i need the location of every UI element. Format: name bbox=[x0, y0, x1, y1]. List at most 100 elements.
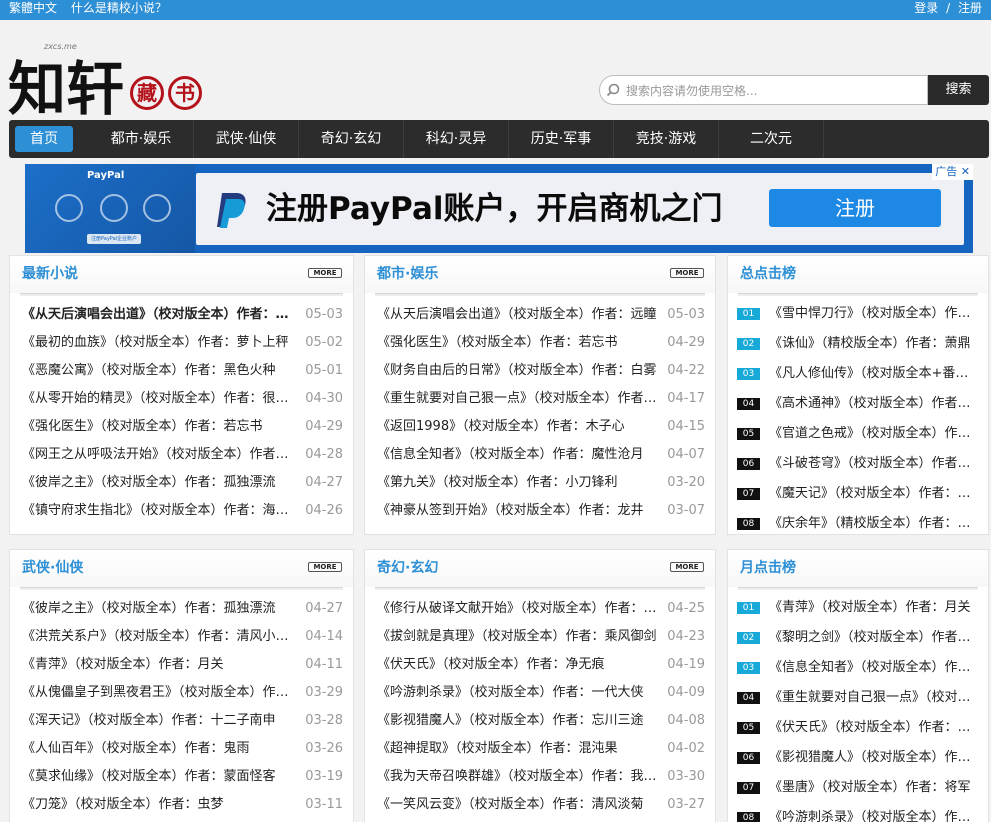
wuxia-more-button[interactable]: MORE bbox=[308, 562, 342, 572]
nav-games[interactable]: 竞技·游戏 bbox=[614, 120, 719, 158]
traditional-chinese-link[interactable]: 繁體中文 bbox=[9, 1, 57, 15]
novel-link[interactable]: 《黎明之剑》（校对版全本）作者：远瞳 bbox=[769, 623, 980, 653]
search-input[interactable]: 搜索内容请勿使用空格... bbox=[599, 75, 928, 105]
novel-link[interactable]: 《凡人修仙传》（校对版全本+番外）作者：忘语 bbox=[769, 359, 980, 389]
novel-link[interactable]: 《神豪从签到开始》（校对版全本）作者：龙井 bbox=[377, 497, 661, 525]
rank-number: 01 bbox=[737, 308, 760, 320]
site-logo[interactable]: 知 zxcs.me 轩 藏 书 bbox=[8, 38, 208, 133]
novel-link[interactable]: 《伏天氏》（校对版全本）作者：净无痕 bbox=[377, 651, 661, 679]
urban-header: 都市·娱乐 MORE bbox=[365, 256, 715, 293]
novel-link[interactable]: 《刀笼》（校对版全本）作者：虫梦 bbox=[22, 791, 299, 819]
novel-link[interactable]: 《莫求仙缘》（校对版全本）作者：蒙面怪客 bbox=[22, 763, 299, 791]
list-item: 《青萍》（校对版全本）作者：月关 04-11 bbox=[22, 651, 343, 679]
nav-wuxia[interactable]: 武侠·仙侠 bbox=[194, 120, 299, 158]
novel-link[interactable]: 《第九关》（校对版全本）作者：小刀锋利 bbox=[377, 469, 661, 497]
novel-link[interactable]: 《修行从破译文献开始》（校对版全本）作者：古羲 bbox=[377, 595, 661, 623]
rank-number: 07 bbox=[737, 782, 760, 794]
novel-date: 04-27 bbox=[305, 475, 343, 490]
nav-history[interactable]: 历史·军事 bbox=[509, 120, 614, 158]
novel-link[interactable]: 《一笑风云变》（校对版全本）作者：清风淡菊 bbox=[377, 791, 661, 819]
novel-link[interactable]: 《影视猎魔人》（校对版全本）作者：忘川三途 bbox=[377, 707, 661, 735]
novel-link[interactable]: 《镇守府求生指北》（校对版全本）作者：海底捞月 bbox=[22, 497, 299, 525]
novel-link[interactable]: 《诛仙》（精校版全本）作者：萧鼎 bbox=[769, 329, 980, 359]
rank-number: 02 bbox=[737, 338, 760, 350]
novel-link[interactable]: 《返回1998》（校对版全本）作者：木子心 bbox=[377, 413, 661, 441]
novel-link[interactable]: 《强化医生》（校对版全本）作者：若忘书 bbox=[22, 413, 299, 441]
novel-link[interactable]: 《斗破苍穹》（校对版全本）作者：天蚕土豆 bbox=[769, 449, 980, 479]
novel-link[interactable]: 《青萍》（校对版全本）作者：月关 bbox=[769, 593, 980, 623]
novel-link[interactable]: 《人仙百年》（校对版全本）作者：鬼雨 bbox=[22, 735, 299, 763]
about-link[interactable]: 什么是精校小说？ bbox=[71, 1, 167, 15]
novel-link[interactable]: 《雪中悍刀行》（校对版全本）作者：烽火戏诸侯 bbox=[769, 299, 980, 329]
novel-link[interactable]: 《强化医生》（校对版全本）作者：若忘书 bbox=[377, 329, 661, 357]
novel-link[interactable]: 《洪荒关系户》（校对版全本）作者：清风小阁楼 bbox=[22, 623, 299, 651]
list-item: 《强化医生》（校对版全本）作者：若忘书 04-29 bbox=[377, 329, 705, 357]
nav-fantasy[interactable]: 奇幻·玄幻 bbox=[299, 120, 404, 158]
list-item: 《莫求仙缘》（校对版全本）作者：蒙面怪客 03-19 bbox=[22, 763, 343, 791]
latest-novels-header: 最新小说 MORE bbox=[10, 256, 353, 293]
fantasy-more-button[interactable]: MORE bbox=[670, 562, 704, 572]
rank-number: 04 bbox=[737, 692, 760, 704]
novel-link[interactable]: 《恶魔公寓》（校对版全本）作者：黑色火种 bbox=[22, 357, 299, 385]
novel-link[interactable]: 《彼岸之主》（校对版全本）作者：孤独漂流 bbox=[22, 469, 299, 497]
ad-shield-icon bbox=[143, 194, 171, 222]
novel-link[interactable]: 《信息全知者》（校对版全本）作者：魔性沧月 bbox=[377, 441, 661, 469]
login-link[interactable]: 登录 bbox=[914, 1, 938, 15]
novel-link[interactable]: 《财务自由后的日常》（校对版全本）作者：白雾 bbox=[377, 357, 661, 385]
novel-date: 03-29 bbox=[305, 685, 343, 700]
paypal-ad-banner[interactable]: PayPal 注册PayPal企业账户 注册PayPal账户，开启商机之门 注册… bbox=[25, 164, 973, 253]
nav-acg[interactable]: 二次元 bbox=[719, 120, 824, 158]
novel-link[interactable]: 《伏天氏》（校对版全本）作者：净无痕 bbox=[769, 713, 980, 743]
novel-link[interactable]: 《信息全知者》（校对版全本）作者：魔性沧月 bbox=[769, 653, 980, 683]
novel-link[interactable]: 《青萍》（校对版全本）作者：月关 bbox=[22, 651, 299, 679]
list-item: 《人仙百年》（校对版全本）作者：鬼雨 03-26 bbox=[22, 735, 343, 763]
novel-link[interactable]: 《吟游刺杀录》（校对版全本）作者：一代大侠 bbox=[769, 803, 980, 822]
novel-link[interactable]: 《从天后演唱会出道》（校对版全本）作者：远瞳 bbox=[22, 301, 299, 329]
nav-urban[interactable]: 都市·娱乐 bbox=[89, 120, 194, 158]
novel-link[interactable]: 《魔天记》（校对版全本）作者：忘语 bbox=[769, 479, 980, 509]
ad-illustration: PayPal 注册PayPal企业账户 bbox=[25, 164, 195, 253]
login-separator: / bbox=[946, 1, 951, 15]
ad-tag[interactable]: 广告 ✕ bbox=[932, 164, 973, 180]
register-link[interactable]: 注册 bbox=[958, 1, 982, 15]
ad-register-button[interactable]: 注册 bbox=[769, 189, 941, 227]
novel-link[interactable]: 《墨唐》（校对版全本）作者：将军 bbox=[769, 773, 980, 803]
novel-link[interactable]: 《最初的血族》（校对版全本）作者：萝卜上秤 bbox=[22, 329, 299, 357]
novel-link[interactable]: 《我为天帝召唤群雄》（校对版全本）作者：我是大魔王 bbox=[377, 763, 661, 791]
urban-box: 都市·娱乐 MORE 《从天后演唱会出道》（校对版全本）作者：远瞳 05-03 《… bbox=[364, 255, 716, 535]
logo-seal-2: 书 bbox=[168, 76, 202, 110]
latest-more-button[interactable]: MORE bbox=[308, 268, 342, 278]
novel-link[interactable]: 《浑天记》（校对版全本）作者：十二子南申 bbox=[22, 707, 299, 735]
novel-link[interactable]: 《从傀儡皇子到黑夜君王》（校对版全本）作者：小心 bbox=[22, 679, 299, 707]
ad-brand: PayPal bbox=[87, 170, 125, 181]
list-item: 《修行从破译文献开始》（校对版全本）作者：古羲 04-25 bbox=[377, 595, 705, 623]
wuxia-box: 武侠·仙侠 MORE 《彼岸之主》（校对版全本）作者：孤独漂流 04-27 《洪荒… bbox=[9, 549, 354, 822]
novel-link[interactable]: 《彼岸之主》（校对版全本）作者：孤独漂流 bbox=[22, 595, 299, 623]
novel-link[interactable]: 《拔剑就是真理》（校对版全本）作者：乘风御剑 bbox=[377, 623, 661, 651]
latest-novels-list: 《从天后演唱会出道》（校对版全本）作者：远瞳 05-03 《最初的血族》（校对版全… bbox=[10, 296, 353, 525]
novel-link[interactable]: 《影视猎魔人》（校对版全本）作者：忘川三途 bbox=[769, 743, 980, 773]
novel-date: 04-15 bbox=[667, 419, 705, 434]
novel-link[interactable]: 《超神提取》（校对版全本）作者：混沌果 bbox=[377, 735, 661, 763]
novel-link[interactable]: 《庆余年》（精校版全本）作者：猫腻 bbox=[769, 509, 980, 539]
search-placeholder: 搜索内容请勿使用空格... bbox=[626, 83, 758, 98]
search-button[interactable]: 搜索 bbox=[928, 75, 989, 105]
urban-more-button[interactable]: MORE bbox=[670, 268, 704, 278]
novel-link[interactable]: 《官道之色戒》（校对版全本）作者：无语 bbox=[769, 419, 980, 449]
nav-scifi[interactable]: 科幻·灵异 bbox=[404, 120, 509, 158]
novel-link[interactable]: 《高术通神》（校对版全本）作者：手握寸关尺 bbox=[769, 389, 980, 419]
novel-link[interactable]: 《从零开始的精灵》（校对版全本）作者：很纯很暧昧 bbox=[22, 385, 299, 413]
ad-panel: 注册PayPal账户，开启商机之门 注册 bbox=[196, 173, 964, 245]
rank-item: 04 《高术通神》（校对版全本）作者：手握寸关尺 bbox=[737, 389, 980, 419]
ad-mini-button: 注册PayPal企业账户 bbox=[87, 234, 141, 244]
novel-link[interactable]: 《吟游刺杀录》（校对版全本）作者：一代大侠 bbox=[377, 679, 661, 707]
novel-date: 05-02 bbox=[305, 335, 343, 350]
novel-link[interactable]: 《网王之从呼吸法开始》（校对版全本）作者：狂刀 bbox=[22, 441, 299, 469]
list-item: 《返回1998》（校对版全本）作者：木子心 04-15 bbox=[377, 413, 705, 441]
novel-link[interactable]: 《重生就要对自己狠一点》（校对版全本）作者：言归正传 bbox=[377, 385, 661, 413]
ad-close-icon[interactable]: ✕ bbox=[961, 165, 970, 178]
top-bar-left: 繁體中文 什么是精校小说？ bbox=[9, 0, 167, 20]
novel-link[interactable]: 《从天后演唱会出道》（校对版全本）作者：远瞳 bbox=[377, 301, 661, 329]
nav-home[interactable]: 首页 bbox=[15, 126, 73, 152]
novel-link[interactable]: 《重生就要对自己狠一点》（校对版全本）作者：言归正传 bbox=[769, 683, 980, 713]
